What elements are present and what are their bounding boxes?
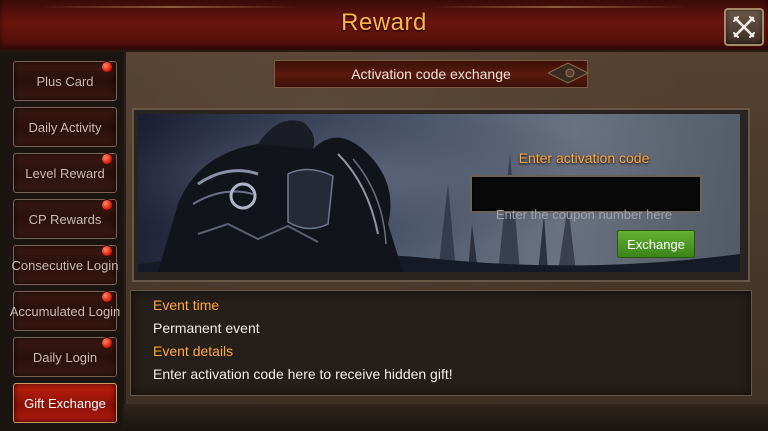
- sidebar-item-level-reward[interactable]: Level Reward: [13, 153, 117, 193]
- sidebar-item-label: Gift Exchange: [24, 395, 106, 411]
- notification-dot-icon: [101, 61, 113, 73]
- section-title: Activation code exchange: [351, 66, 511, 82]
- bottom-frame: [124, 404, 768, 431]
- event-details-value: Enter activation code here to receive hi…: [153, 366, 453, 382]
- sidebar: Plus Card Daily Activity Level Reward CP…: [0, 52, 122, 431]
- sidebar-item-accumulated-login[interactable]: Accumulated Login: [10, 291, 120, 331]
- sidebar-item-label: CP Rewards: [28, 211, 102, 227]
- exchange-button-label: Exchange: [627, 236, 685, 252]
- title-bar: Reward: [0, 0, 768, 52]
- activation-code-label: Enter activation code: [518, 150, 650, 166]
- notification-dot-icon: [101, 291, 113, 303]
- event-time-label: Event time: [153, 297, 220, 313]
- sidebar-item-cp-rewards[interactable]: CP Rewards: [13, 199, 117, 239]
- event-time-value: Permanent event: [153, 320, 260, 336]
- notification-dot-icon: [101, 245, 113, 257]
- exchange-button[interactable]: Exchange: [617, 230, 695, 258]
- close-crossed-swords-icon: [733, 16, 755, 38]
- sidebar-item-label: Level Reward: [25, 165, 105, 181]
- notification-dot-icon: [101, 337, 113, 349]
- sidebar-item-daily-activity[interactable]: Daily Activity: [13, 107, 117, 147]
- close-button[interactable]: [724, 8, 764, 46]
- ornament-right-icon: [548, 62, 590, 84]
- coupon-placeholder-text: Enter the coupon number here: [495, 207, 673, 222]
- notification-dot-icon: [101, 199, 113, 211]
- sidebar-item-label: Plus Card: [36, 73, 94, 89]
- page-title: Reward: [341, 9, 427, 36]
- sidebar-item-label: Daily Activity: [28, 119, 102, 135]
- sidebar-item-label: Daily Login: [32, 349, 98, 365]
- section-title-tab: Activation code exchange: [274, 60, 588, 88]
- sidebar-item-label: Accumulated Login: [9, 303, 121, 319]
- sidebar-item-plus-card[interactable]: Plus Card: [13, 61, 117, 101]
- event-details-label: Event details: [153, 343, 234, 359]
- notification-dot-icon: [101, 153, 113, 165]
- sidebar-item-label: Consecutive Login: [11, 257, 119, 273]
- sidebar-item-gift-exchange[interactable]: Gift Exchange: [13, 383, 117, 423]
- sidebar-item-consecutive-login[interactable]: Consecutive Login: [11, 245, 119, 285]
- sidebar-item-daily-login[interactable]: Daily Login: [13, 337, 117, 377]
